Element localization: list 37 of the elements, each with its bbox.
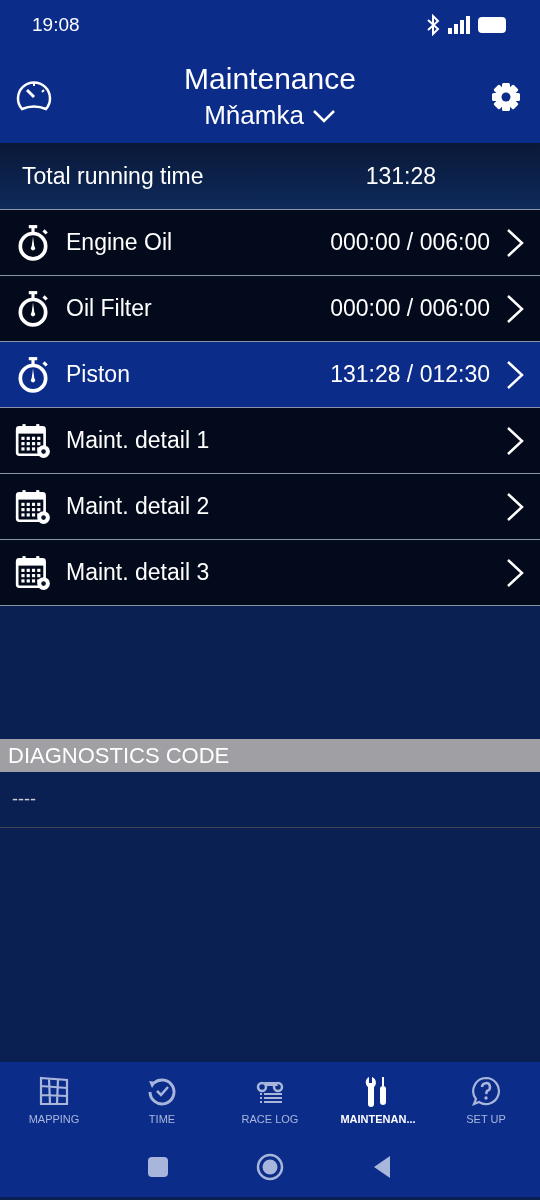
help-bubble-icon	[470, 1074, 502, 1107]
status-time: 19:08	[32, 14, 80, 36]
maintenance-row[interactable]: Oil Filter 000:00 / 006:00	[0, 276, 540, 342]
item-hours: 000:00 / 006:00	[330, 295, 490, 322]
item-label: Piston	[66, 361, 131, 388]
bluetooth-icon	[426, 14, 440, 36]
item-label: Maint. detail 3	[66, 559, 211, 586]
calendar-gear-icon	[14, 421, 52, 460]
maintenance-row[interactable]: Maint. detail 1	[0, 408, 540, 474]
maintenance-row[interactable]: Maint. detail 2	[0, 474, 540, 540]
profile-dropdown[interactable]: Mňamka	[204, 100, 336, 131]
maintenance-row[interactable]: Piston 131:28 / 012:30	[0, 342, 540, 408]
item-hours: 131:28 / 012:30	[330, 361, 490, 388]
maintenance-row[interactable]: Maint. detail 3	[0, 540, 540, 606]
caret-icon	[311, 108, 336, 123]
nav-tab[interactable]: RACE LOG	[216, 1062, 324, 1137]
home-button[interactable]	[254, 1151, 286, 1183]
item-label: Engine Oil	[66, 229, 174, 256]
nav-tab[interactable]: TIME	[108, 1062, 216, 1137]
maintenance-row[interactable]: Engine Oil 000:00 / 006:00	[0, 210, 540, 276]
item-hours: 000:00 / 006:00	[330, 229, 490, 256]
calendar-gear-icon	[14, 553, 52, 592]
signal-icon	[448, 16, 470, 34]
map-grid-icon	[38, 1074, 70, 1107]
total-time-value: 131:28	[365, 162, 436, 190]
nav-tab[interactable]: MAPPING	[0, 1062, 108, 1137]
total-time-label: Total running time	[22, 162, 205, 190]
calendar-gear-icon	[14, 487, 52, 526]
screen-title: Maintenance	[184, 62, 356, 96]
diagnostics-code: ----	[0, 772, 540, 828]
item-label: Maint. detail 2	[66, 493, 211, 520]
item-label: Maint. detail 1	[66, 427, 211, 454]
nav-tab[interactable]: MAINTENAN...	[324, 1062, 432, 1137]
section-header: DIAGNOSTICS CODE	[0, 739, 540, 772]
item-label: Oil Filter	[66, 295, 153, 322]
battery-icon	[478, 17, 508, 33]
nav-tab[interactable]: SET UP	[432, 1062, 540, 1137]
